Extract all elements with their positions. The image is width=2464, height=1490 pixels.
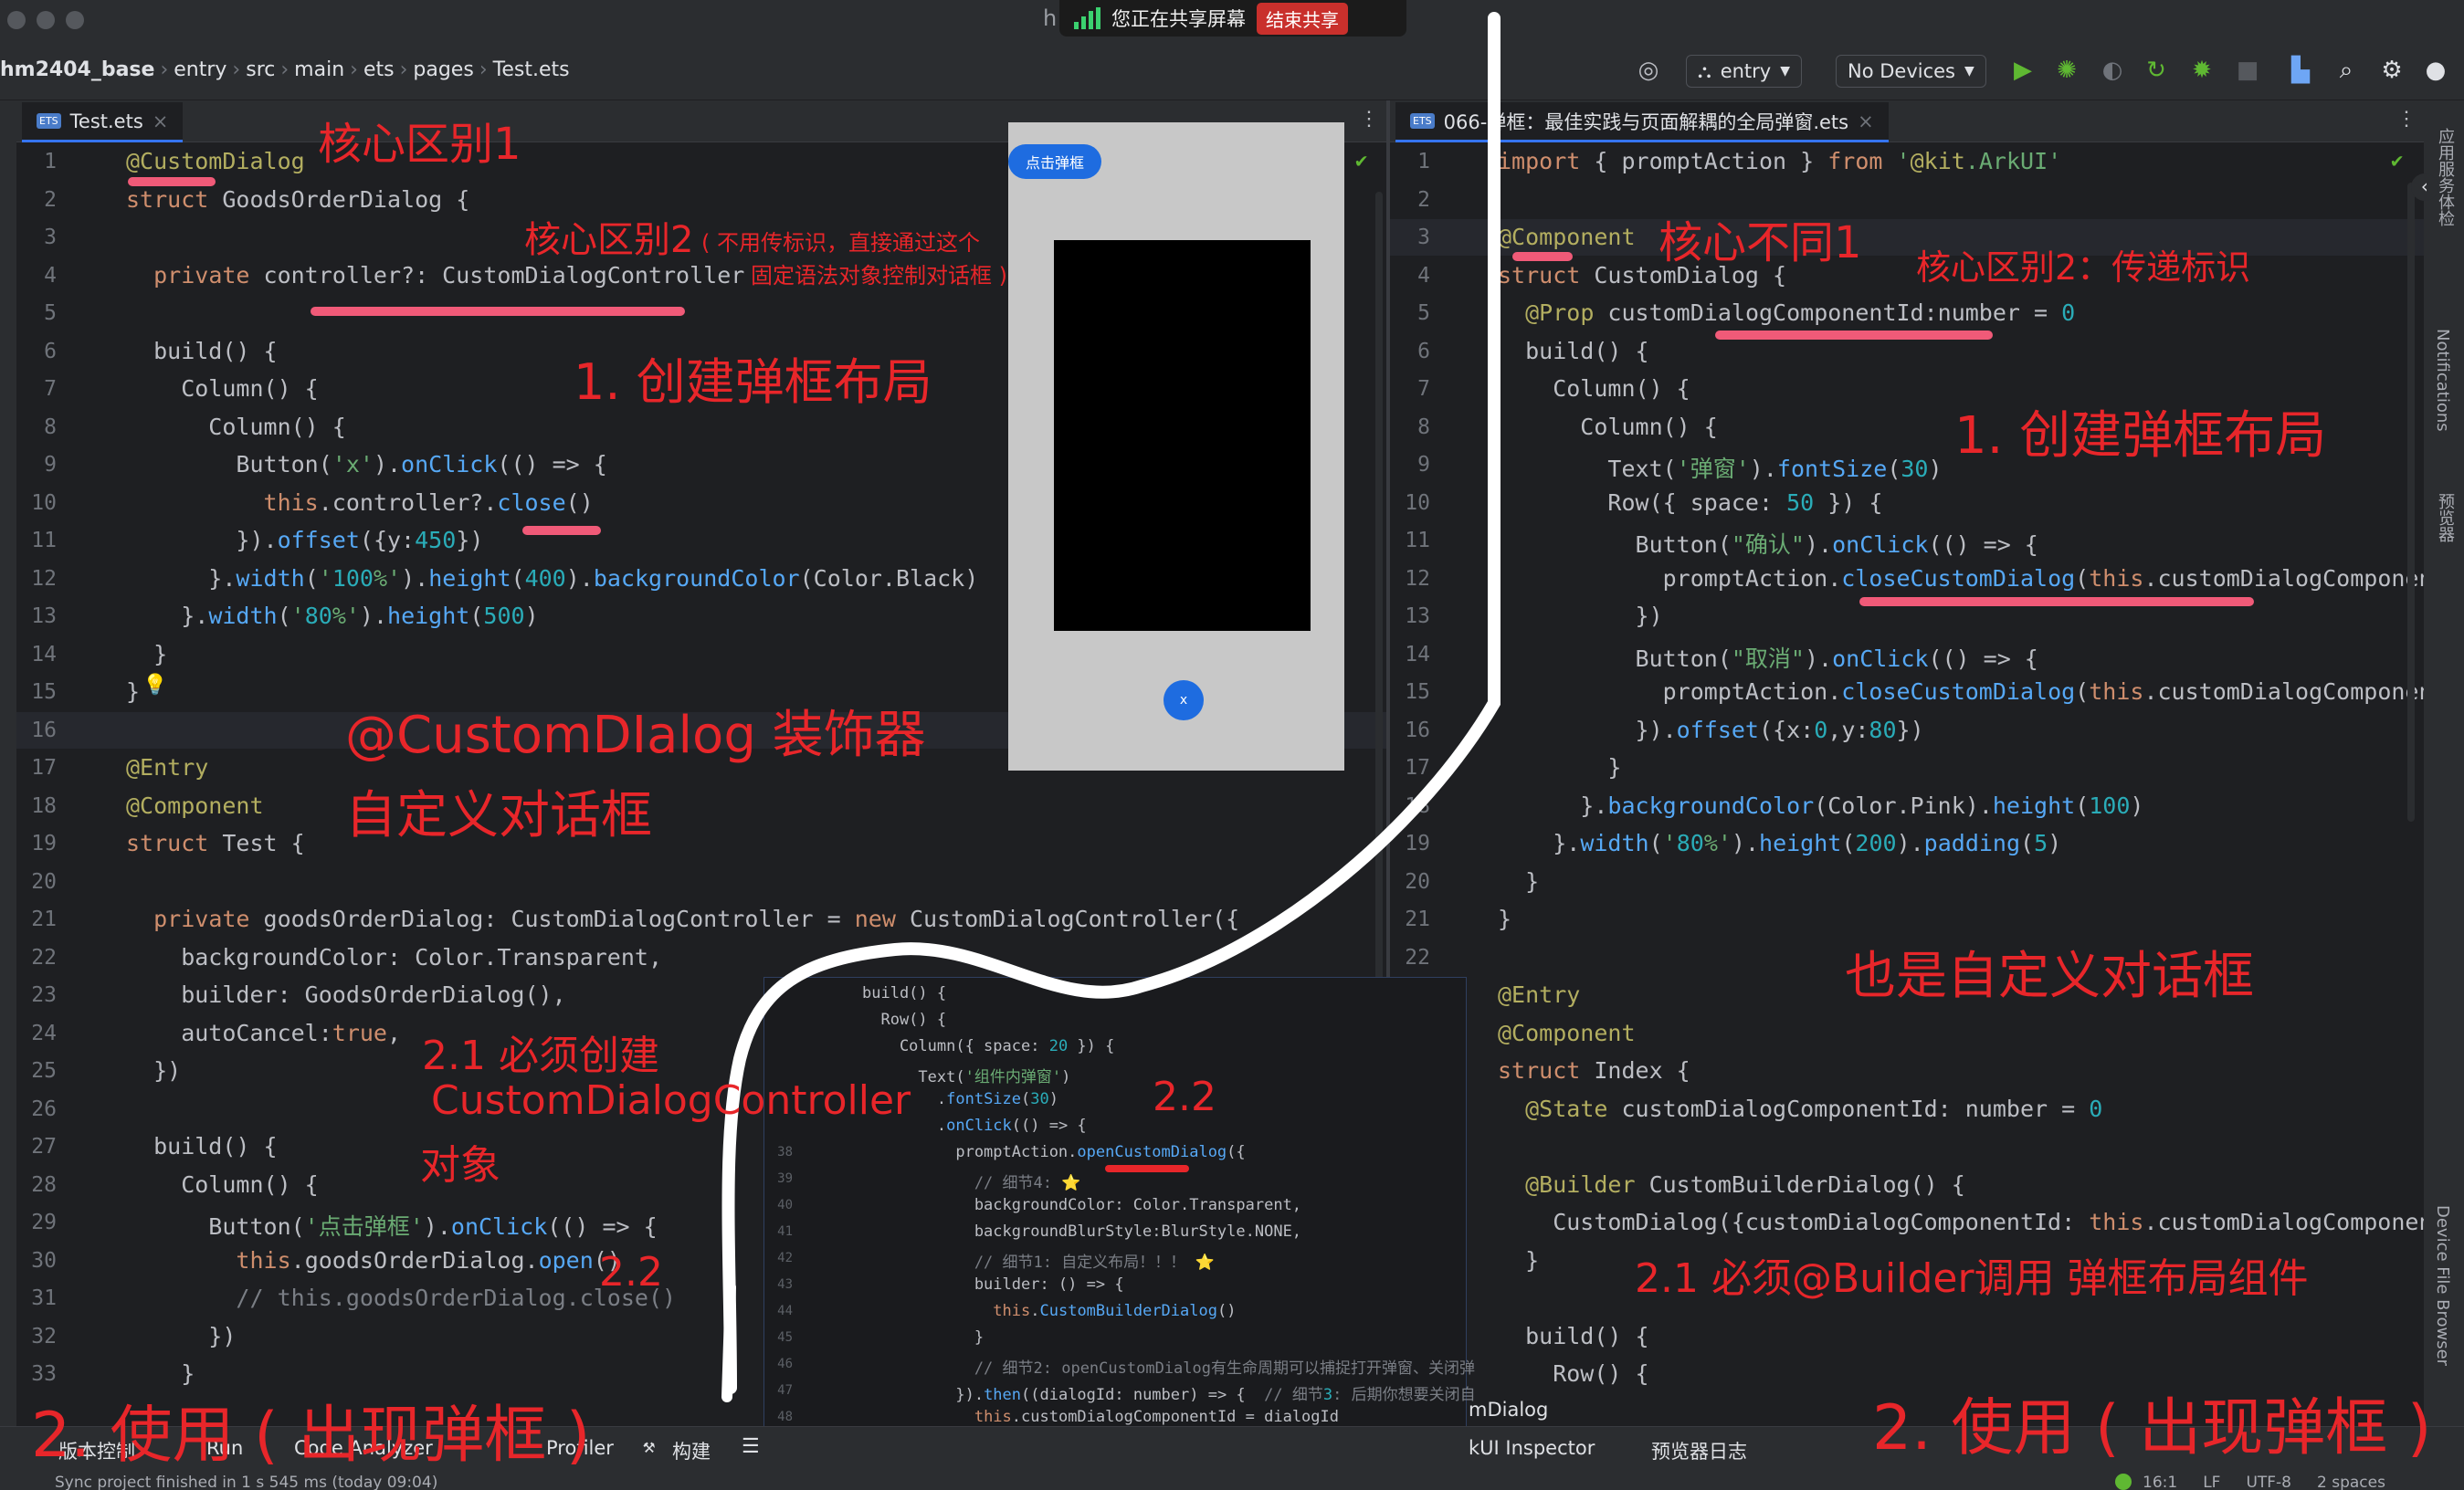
underline-customdialog <box>128 177 216 186</box>
annotation-left-diff2-note-b: 固定语法对象控制对话框 ) <box>751 263 1007 289</box>
annotation-right-use: 2. 使用 ( 出现弹框 ) <box>1872 1392 2432 1464</box>
underline-open-custom-dialog <box>1105 1165 1189 1172</box>
annotation-right-create: 1. 创建弹框布局 <box>1954 406 2327 466</box>
annotation-also-dialog: 也是自定义对话框 <box>1845 947 2254 1006</box>
underline-controller <box>311 307 685 316</box>
underline-component <box>1512 252 1573 261</box>
annotation-left-use: 2. 使用 ( 出现弹框 ) <box>31 1400 591 1472</box>
annotation-decorator-desc: 自定义对话框 <box>345 786 652 845</box>
underline-close <box>522 526 601 535</box>
annotation-right-diff1: 核心不同1 <box>1658 217 1862 268</box>
annotation-left-diff1: 核心区别1 <box>318 119 521 170</box>
underline-close-custom-dialog <box>1859 597 2254 606</box>
annotation-left-22: 2.2 <box>599 1249 663 1296</box>
annotation-builder-note: 2.1 必须@Builder调用 弹框布局组件 <box>1635 1255 2309 1302</box>
annotation-inset-22: 2.2 <box>1153 1074 1216 1120</box>
annotation-right-diff2: 核心区别2：传递标识 <box>1916 247 2251 288</box>
annotation-left-diff2-note-a: ( 不用传标识，直接通过这个 <box>701 230 980 256</box>
annotation-must-create: 2.1 必须创建 <box>422 1033 659 1079</box>
annotation-left-create: 1. 创建弹框布局 <box>574 353 932 411</box>
annotation-decorator: @CustomDIalog 装饰器 <box>345 706 926 765</box>
annotation-object: 对象 <box>420 1142 500 1189</box>
annotation-controller-name: CustomDialogController <box>431 1077 911 1124</box>
annotation-left-diff2: 核心区别2 <box>524 219 694 261</box>
underline-prop-id <box>1715 331 1993 340</box>
